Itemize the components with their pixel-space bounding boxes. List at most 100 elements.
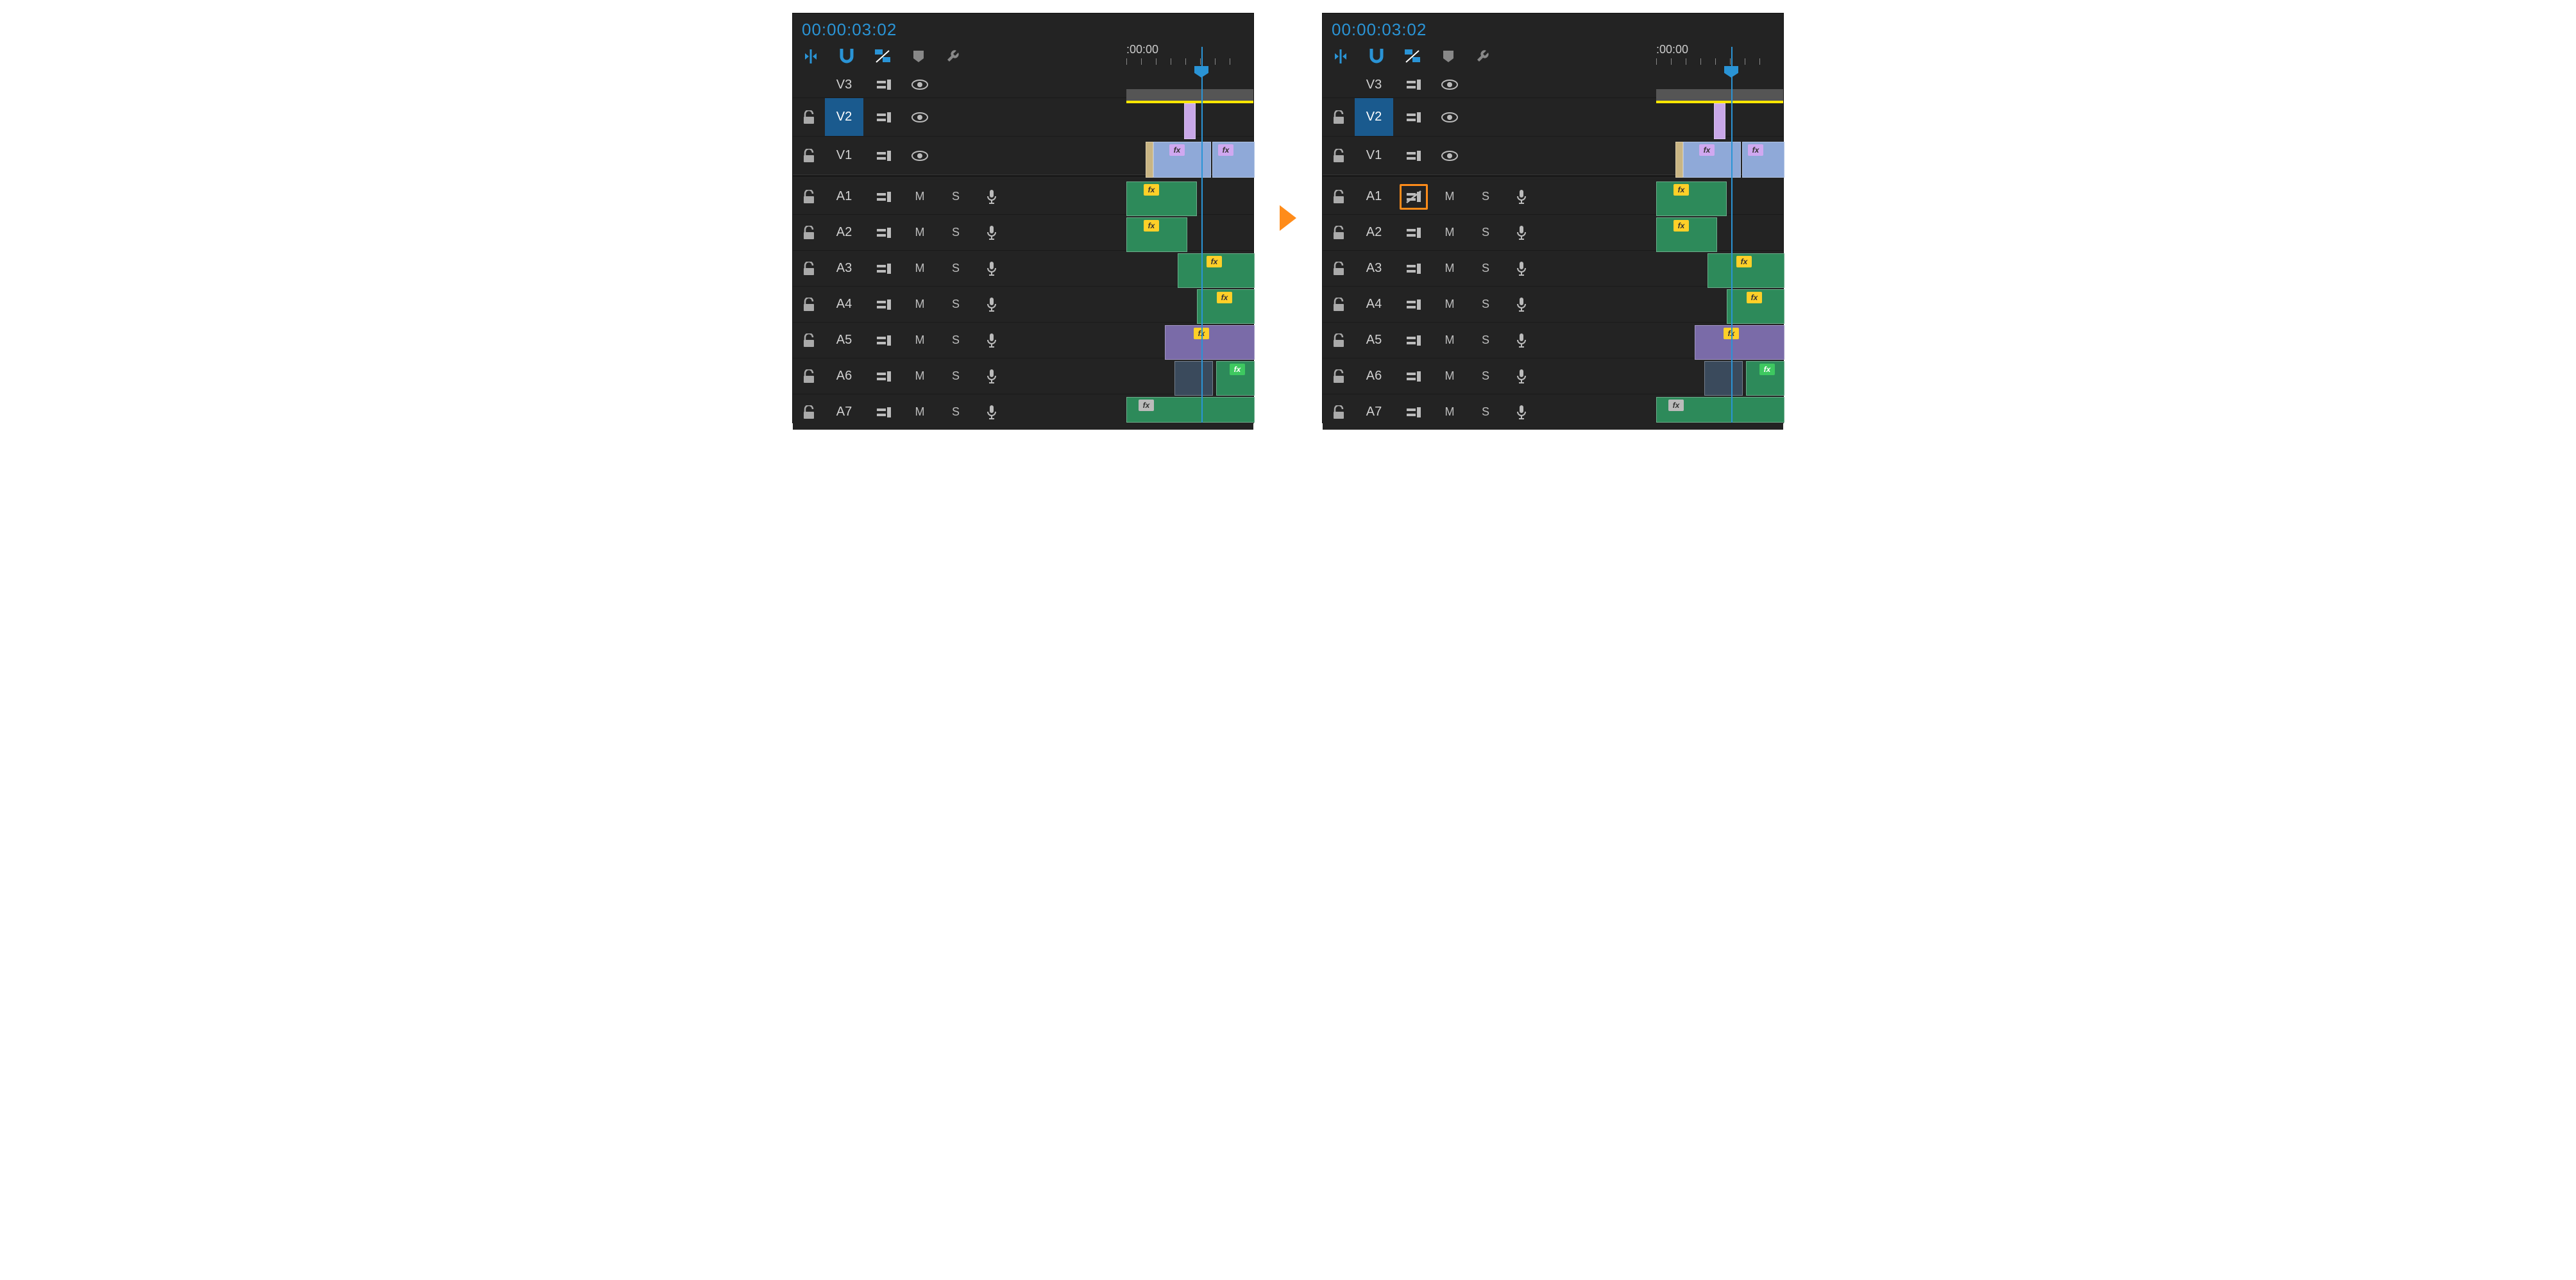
track-lock-icon[interactable] [1323,369,1355,383]
solo-toggle[interactable]: S [942,364,970,389]
sync-lock-toggle-icon[interactable] [1400,143,1428,169]
solo-toggle[interactable]: S [1471,256,1500,282]
track-label[interactable]: A4 [825,287,863,322]
sync-lock-toggle-icon[interactable] [1400,292,1428,317]
track-label[interactable]: A4 [1355,287,1393,322]
clip-video[interactable] [1714,103,1725,139]
clip-audio[interactable]: fx [1126,217,1187,252]
solo-toggle[interactable]: S [1471,364,1500,389]
sync-lock-toggle-icon[interactable] [1400,184,1428,210]
track-lock-icon[interactable] [793,333,825,348]
track-label[interactable]: A1 [1355,179,1393,214]
sync-lock-toggle-icon[interactable] [870,184,898,210]
mute-toggle[interactable]: M [1436,328,1464,353]
mute-toggle[interactable]: M [1436,292,1464,317]
clip-video[interactable]: fx [1742,142,1784,178]
solo-toggle[interactable]: S [1471,400,1500,425]
mute-toggle[interactable]: M [1436,256,1464,282]
sync-lock-toggle-icon[interactable] [870,292,898,317]
sync-lock-toggle-icon[interactable] [1400,220,1428,246]
toggle-track-output-icon[interactable] [906,143,934,169]
track-lock-icon[interactable] [1323,298,1355,312]
track-lock-icon[interactable] [1323,149,1355,163]
track-lock-icon[interactable] [793,226,825,240]
toggle-track-output-icon[interactable] [1436,72,1464,97]
track-lock-icon[interactable] [1323,333,1355,348]
mute-toggle[interactable]: M [906,184,934,210]
solo-toggle[interactable]: S [942,220,970,246]
track-label[interactable]: A2 [1355,215,1393,250]
clip-audio[interactable]: fx [1656,397,1784,423]
sync-lock-toggle-icon[interactable] [1400,72,1428,97]
track-label[interactable]: A2 [825,215,863,250]
track-label[interactable]: A7 [825,394,863,430]
toggle-track-output-icon[interactable] [1436,143,1464,169]
track-label[interactable]: A3 [1355,251,1393,286]
mute-toggle[interactable]: M [1436,184,1464,210]
track-lock-icon[interactable] [793,298,825,312]
timeline-settings-icon[interactable] [1475,47,1493,65]
mute-toggle[interactable]: M [1436,220,1464,246]
clip-audio[interactable]: fx [1216,361,1255,396]
track-lock-icon[interactable] [793,149,825,163]
mute-toggle[interactable]: M [906,364,934,389]
track-lock-icon[interactable] [1323,405,1355,419]
track-label[interactable]: V2 [825,98,863,136]
playhead-line[interactable] [1201,47,1203,423]
solo-toggle[interactable]: S [1471,220,1500,246]
solo-toggle[interactable]: S [942,328,970,353]
track-label[interactable]: A6 [825,358,863,394]
solo-toggle[interactable]: S [942,292,970,317]
snap-toggle-icon[interactable] [1368,47,1385,65]
solo-toggle[interactable]: S [942,184,970,210]
voice-over-record-icon[interactable] [978,292,1006,317]
linked-selection-toggle-icon[interactable] [1403,47,1421,65]
track-lock-icon[interactable] [793,110,825,124]
clip-audio[interactable]: fx [1126,397,1255,423]
clip-video[interactable] [1184,103,1196,139]
mute-toggle[interactable]: M [906,292,934,317]
track-label[interactable]: V2 [1355,98,1393,136]
voice-over-record-icon[interactable] [1507,184,1536,210]
clip-audio[interactable]: fx [1707,253,1784,288]
sync-lock-toggle-icon[interactable] [1400,328,1428,353]
track-label[interactable]: V3 [825,72,863,97]
solo-toggle[interactable]: S [1471,328,1500,353]
track-lock-icon[interactable] [793,369,825,383]
insert-overwrite-toggle-icon[interactable] [1332,47,1350,65]
add-marker-icon[interactable] [910,47,928,65]
playhead-line[interactable] [1731,47,1733,423]
track-label[interactable]: A6 [1355,358,1393,394]
clip-audio[interactable]: fx [1656,217,1717,252]
clip-audio[interactable]: fx [1197,289,1255,324]
clip-audio[interactable]: fx [1178,253,1255,288]
sync-lock-toggle-icon[interactable] [870,105,898,130]
toggle-track-output-icon[interactable] [906,72,934,97]
sync-lock-toggle-icon[interactable] [870,220,898,246]
track-label[interactable]: A1 [825,179,863,214]
sync-lock-toggle-icon[interactable] [870,143,898,169]
sync-lock-toggle-icon[interactable] [870,328,898,353]
insert-overwrite-toggle-icon[interactable] [802,47,820,65]
voice-over-record-icon[interactable] [1507,256,1536,282]
clip-audio[interactable]: fx [1695,325,1784,360]
voice-over-record-icon[interactable] [978,256,1006,282]
sync-lock-toggle-icon[interactable] [870,256,898,282]
track-lock-icon[interactable] [793,190,825,204]
voice-over-record-icon[interactable] [1507,292,1536,317]
solo-toggle[interactable]: S [1471,184,1500,210]
clip-area[interactable]: fxfxfxfxfxfxfxfxfx [1656,13,1783,423]
track-label[interactable]: A5 [825,323,863,358]
track-lock-icon[interactable] [793,405,825,419]
mute-toggle[interactable]: M [906,328,934,353]
track-lock-icon[interactable] [1323,190,1355,204]
snap-toggle-icon[interactable] [838,47,856,65]
sync-lock-toggle-icon[interactable] [870,400,898,425]
clip-audio[interactable]: fx [1165,325,1255,360]
track-label[interactable]: V1 [1355,137,1393,174]
voice-over-record-icon[interactable] [978,328,1006,353]
sync-lock-toggle-icon[interactable] [870,364,898,389]
track-lock-icon[interactable] [1323,226,1355,240]
voice-over-record-icon[interactable] [978,364,1006,389]
track-label[interactable]: A5 [1355,323,1393,358]
